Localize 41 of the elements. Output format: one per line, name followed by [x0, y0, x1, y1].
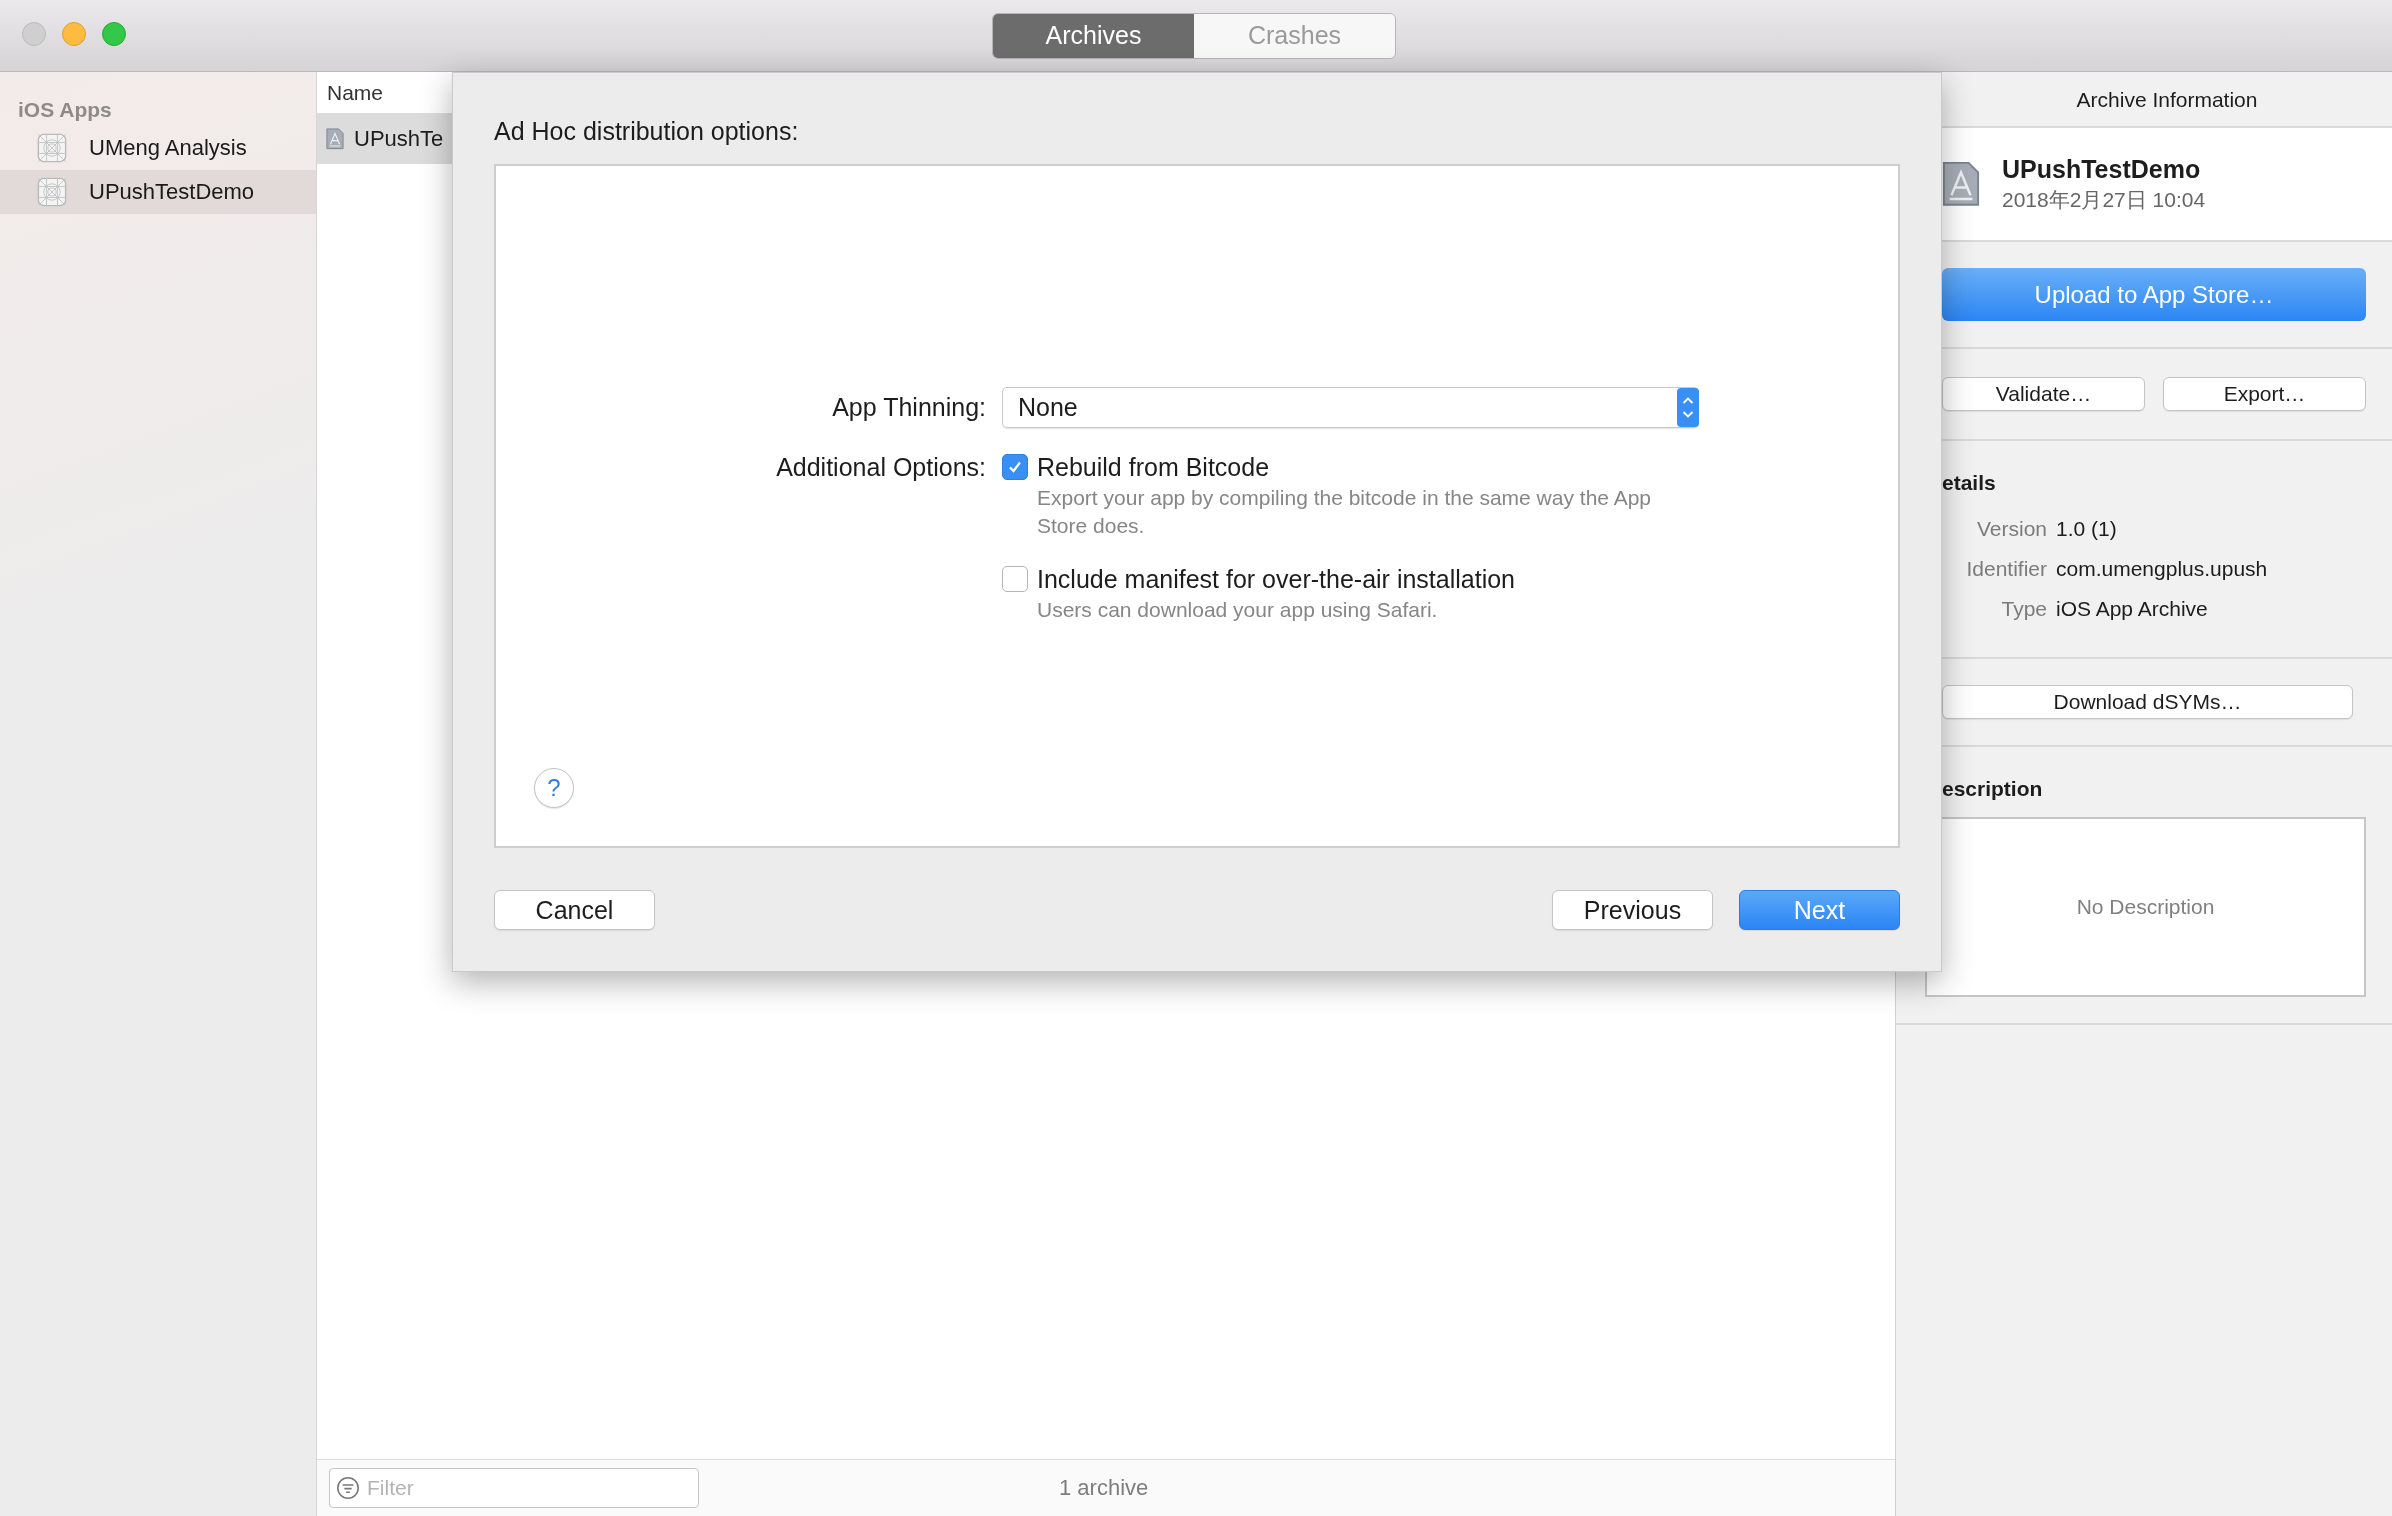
archive-count: 1 archive — [1059, 1475, 1149, 1501]
dialog-button[interactable]: Previous — [1552, 890, 1713, 930]
field-label: App Thinning: — [831, 392, 986, 423]
archive-icon — [326, 128, 344, 150]
option-description: Users can download your app using Safari. — [1037, 597, 1439, 623]
action-button[interactable]: Export… — [2163, 377, 2366, 411]
minimize-button[interactable] — [62, 22, 86, 46]
download-button[interactable]: Download dSYMs… — [1942, 685, 2353, 719]
field-label: Type — [2000, 597, 2047, 621]
section-heading: etails — [1942, 471, 1997, 495]
checkbox-box[interactable] — [1002, 566, 1028, 592]
section-header: iOS Apps — [17, 97, 113, 123]
field-value: com.umengplus.upush — [2056, 557, 2269, 581]
dialog-title: Ad Hoc distribution options: — [494, 116, 800, 147]
sidebar-item[interactable]: UPushTestDemo — [0, 170, 316, 214]
field-label: Identifier — [1965, 557, 2047, 581]
checkbox[interactable]: Rebuild from Bitcode — [1002, 450, 1699, 484]
empty-description: No Description — [2076, 895, 2215, 919]
action-button[interactable]: Validate… — [1942, 377, 2145, 411]
archive-date: 2018年2月27日 10:04 — [2002, 186, 2206, 213]
checkbox-box[interactable] — [1002, 454, 1028, 480]
thinning-dropdown[interactable]: None — [1002, 387, 1699, 428]
sidebar-item[interactable]: UMeng Analysis — [0, 126, 316, 170]
field-value: 1.0 (1) — [2056, 517, 2118, 541]
app-icon — [37, 177, 67, 207]
tab[interactable]: Archives — [993, 13, 1194, 58]
field-label: Additional Options: — [775, 452, 986, 483]
section-heading: escription — [1942, 777, 2044, 801]
dialog-button[interactable]: Cancel — [494, 890, 655, 930]
option-description: Export your app by compiling the bitcode in the same way the App Store does. — [1037, 485, 1653, 539]
column-header[interactable]: Name — [327, 80, 384, 105]
checkbox[interactable]: Include manifest for over-the-air installation — [1002, 562, 1699, 596]
description-box[interactable]: No Description — [1925, 817, 2366, 997]
help-button[interactable]: ? — [534, 768, 574, 808]
archive-name: UPushTestDemo — [2002, 154, 2202, 184]
field-label: Version — [1975, 517, 2047, 541]
app-icon — [37, 133, 67, 163]
filter-field[interactable]: Filter — [329, 1468, 699, 1508]
stepper-icon — [1677, 388, 1699, 427]
zoom-button[interactable] — [102, 22, 126, 46]
field-value: iOS App Archive — [2056, 597, 2209, 621]
